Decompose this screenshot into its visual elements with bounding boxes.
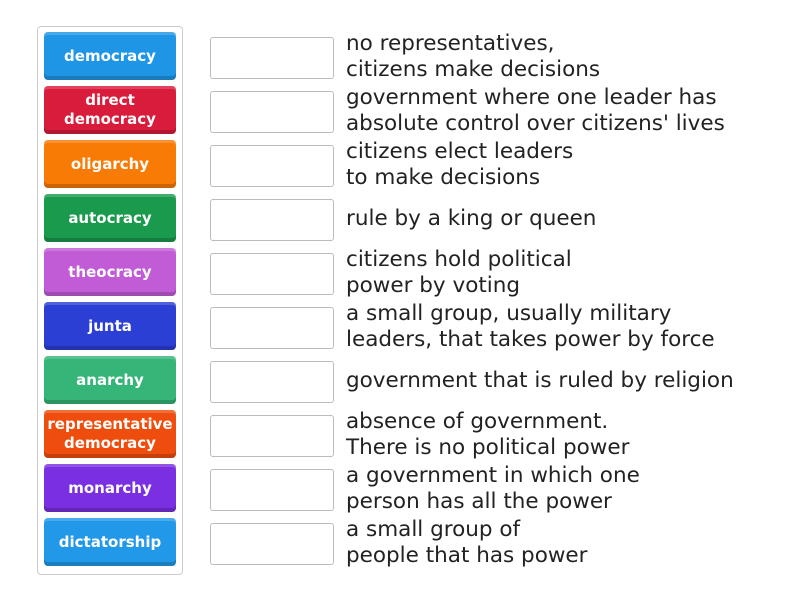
definition-text: a small group of people that has power xyxy=(346,517,588,568)
answer-tile[interactable]: monarchy xyxy=(44,464,176,512)
definition-text: government that is ruled by religion xyxy=(346,368,734,393)
answer-tile[interactable]: direct democracy xyxy=(44,86,176,134)
drop-box[interactable] xyxy=(210,199,334,241)
definition-text: a government in which one person has all… xyxy=(346,463,640,514)
drop-box[interactable] xyxy=(210,415,334,457)
answer-tile[interactable]: oligarchy xyxy=(44,140,176,188)
answer-tile[interactable]: anarchy xyxy=(44,356,176,404)
definition-text: a small group, usually military leaders,… xyxy=(346,301,715,352)
definition-text: rule by a king or queen xyxy=(346,206,597,231)
drop-box[interactable] xyxy=(210,361,334,403)
definition-text: government where one leader has absolute… xyxy=(346,85,725,136)
answer-tile[interactable]: dictatorship xyxy=(44,518,176,566)
answer-tile[interactable]: democracy xyxy=(44,32,176,80)
answer-tile[interactable]: autocracy xyxy=(44,194,176,242)
drop-box[interactable] xyxy=(210,91,334,133)
definition-text: no representatives, citizens make decisi… xyxy=(346,31,601,82)
answer-tile-tray: democracy direct democracy oligarchy autocr… xyxy=(37,26,183,575)
drop-box[interactable] xyxy=(210,523,334,565)
definition-text: citizens elect leaders to make decisions xyxy=(346,139,574,190)
drop-box[interactable] xyxy=(210,253,334,295)
drop-box[interactable] xyxy=(210,145,334,187)
definition-text: absence of government. There is no polit… xyxy=(346,409,630,460)
drop-box[interactable] xyxy=(210,469,334,511)
definition-text: citizens hold political power by voting xyxy=(346,247,572,298)
drop-box[interactable] xyxy=(210,37,334,79)
answer-tile[interactable]: theocracy xyxy=(44,248,176,296)
drop-box[interactable] xyxy=(210,307,334,349)
answer-tile[interactable]: junta xyxy=(44,302,176,350)
answer-tile[interactable]: representative democracy xyxy=(44,410,176,458)
